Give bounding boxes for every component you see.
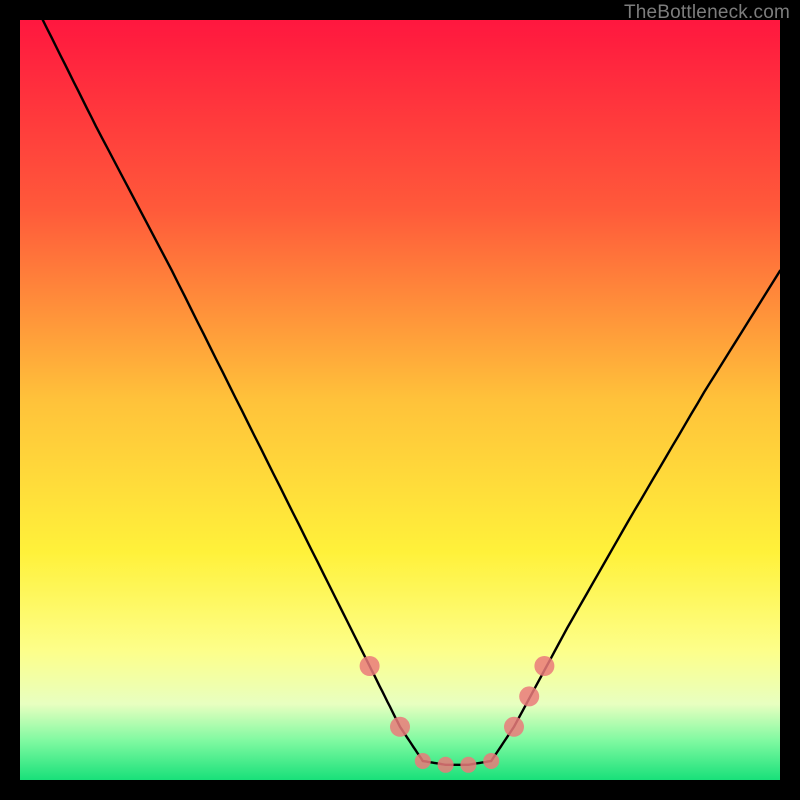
marker-flat-2 xyxy=(438,757,454,773)
marker-left-upper xyxy=(360,656,380,676)
chart-frame: TheBottleneck.com xyxy=(0,0,800,800)
marker-left-lower xyxy=(390,717,410,737)
marker-flat-3 xyxy=(460,757,476,773)
bottleneck-curve xyxy=(43,20,780,765)
plot-area xyxy=(20,20,780,780)
marker-right-lower xyxy=(504,717,524,737)
bottleneck-chart xyxy=(20,20,780,780)
marker-flat-1 xyxy=(415,753,431,769)
marker-flat-4 xyxy=(483,753,499,769)
marker-right-mid xyxy=(519,686,539,706)
marker-right-upper xyxy=(534,656,554,676)
attribution-text: TheBottleneck.com xyxy=(624,2,790,24)
